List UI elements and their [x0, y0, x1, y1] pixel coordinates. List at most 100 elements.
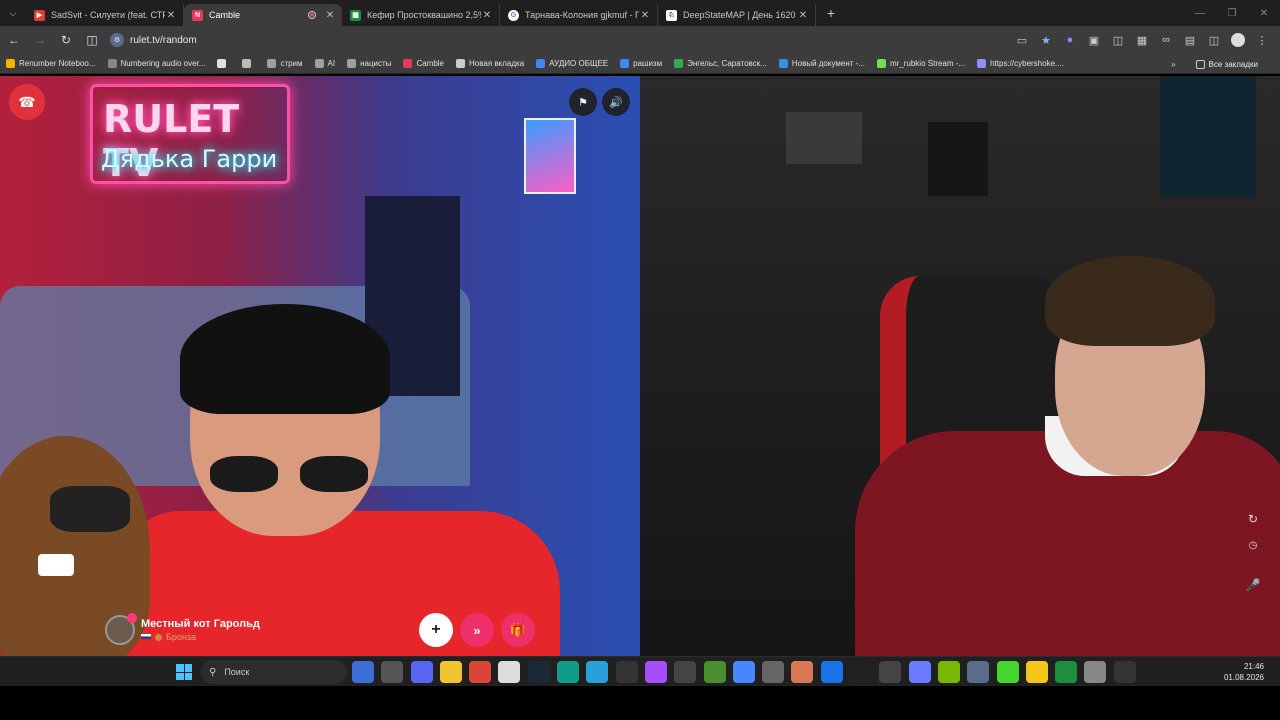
youtube-icon: ▶ — [34, 9, 45, 21]
task-view-icon[interactable] — [381, 661, 404, 683]
bookmark-item[interactable]: AI — [314, 59, 335, 68]
partner-info[interactable]: Местный кот Гарольд Бронза — [105, 613, 260, 647]
bookmark-item[interactable] — [217, 59, 230, 68]
bookmark-item[interactable]: рашизм — [620, 59, 662, 68]
minimize-icon[interactable]: — — [1184, 0, 1216, 26]
forward-arrow-icon[interactable]: → — [28, 28, 52, 52]
switch-camera-icon[interactable]: ↻ — [1244, 512, 1262, 526]
install-app-icon[interactable]: ▭ — [1010, 34, 1034, 47]
restore-icon[interactable]: ❐ — [1216, 0, 1248, 26]
search-placeholder: Поиск — [224, 667, 250, 677]
link-icon[interactable]: ∞ — [1154, 34, 1178, 46]
gift-button[interactable]: 🎁 — [501, 613, 535, 647]
bookmark-item[interactable]: Numbering audio over... — [107, 59, 205, 68]
close-icon[interactable]: ✕ — [481, 10, 493, 21]
neon-sign: RULET TV Дядька Гарри — [90, 84, 290, 185]
close-icon[interactable]: ✕ — [165, 10, 177, 21]
translate-icon[interactable]: ◫ — [1106, 34, 1130, 47]
streamer-figure — [120, 304, 560, 656]
tab-tarnava[interactable]: G Тарнава-Колония gjkmuf - По ✕ — [500, 4, 658, 26]
nord-icon[interactable] — [732, 661, 755, 683]
tab-kefir[interactable]: ▦ Кефир Простоквашино 2,5%, ✕ — [342, 4, 500, 26]
telegram-badge-icon[interactable] — [586, 661, 609, 683]
bookmark-item[interactable] — [242, 59, 255, 68]
terminal-icon[interactable] — [674, 661, 697, 683]
hang-up-button[interactable]: ☎ — [9, 84, 45, 120]
bookmark-item[interactable]: нацисты — [347, 59, 391, 68]
reload-icon[interactable]: ↻ — [54, 28, 78, 52]
tab-camble[interactable]: N Camble ✕ — [184, 4, 342, 26]
discord-icon[interactable] — [410, 661, 433, 683]
shoe-app-icon[interactable] — [352, 661, 374, 683]
side-panel-icon[interactable]: ◫ — [80, 28, 104, 52]
bookmark-favicon-icon — [403, 59, 413, 68]
bookmark-label: Новый документ -... — [791, 59, 865, 68]
claude-icon[interactable] — [791, 661, 814, 683]
microphone-icon[interactable]: 🎤 — [1244, 578, 1262, 592]
google-icon: G — [508, 9, 519, 21]
bookmarks-bar: Renumber Noteboo... Numbering audio over.… — [0, 54, 1280, 74]
close-icon[interactable]: ✕ — [797, 10, 809, 21]
bookmark-item[interactable]: стрим — [267, 59, 303, 68]
razer-icon[interactable] — [996, 661, 1019, 683]
snipping-icon[interactable] — [644, 661, 667, 683]
bookmark-item[interactable]: https://cybershoke.... — [977, 59, 1064, 68]
globe-app-icon[interactable] — [1055, 661, 1078, 683]
notepad-icon[interactable] — [498, 661, 521, 683]
bookmarks-chevron-icon[interactable]: » — [1171, 60, 1175, 69]
windows-start-icon[interactable] — [176, 664, 192, 680]
camera-app-icon[interactable] — [967, 661, 990, 683]
paint-icon[interactable] — [1025, 661, 1048, 683]
wall-art — [1160, 76, 1256, 196]
extensions-puzzle-icon[interactable]: ▣ — [1082, 34, 1106, 47]
next-partner-button[interactable]: » — [460, 613, 494, 647]
bookmark-item[interactable]: Энгельс, Саратовск... — [674, 59, 767, 68]
menu-dots-icon[interactable]: ⋮ — [1250, 34, 1274, 47]
grid-icon[interactable]: ▦ — [1130, 34, 1154, 47]
close-icon[interactable]: ✕ — [639, 10, 651, 21]
add-friend-button[interactable]: + — [419, 613, 453, 647]
address-bar[interactable]: ⚙ rulet.tv/random — [110, 30, 980, 50]
timer-icon[interactable]: ◷ — [1244, 540, 1262, 551]
check-app-icon[interactable] — [820, 661, 843, 683]
volume-button[interactable]: 🔊 — [602, 88, 630, 116]
obs-icon[interactable] — [615, 661, 638, 683]
system-clock[interactable]: 21:46 01.08.2026 — [1224, 661, 1264, 683]
chrome-icon[interactable] — [469, 661, 492, 683]
report-flag-button[interactable]: ⚑ — [569, 88, 597, 116]
bookmark-item[interactable]: Новая вкладка — [456, 59, 524, 68]
crystal-icon[interactable] — [908, 661, 931, 683]
taskbar-search-input[interactable]: ⚲ Поиск — [201, 660, 347, 684]
minecraft-icon[interactable] — [703, 661, 726, 683]
all-bookmarks-link[interactable]: Все закладки — [1195, 59, 1258, 69]
chatgpt-icon[interactable] — [879, 661, 902, 683]
edge-icon[interactable] — [557, 661, 580, 683]
bookmark-item[interactable]: mr_rubkio Stream -... — [876, 59, 965, 68]
recorder-icon[interactable] — [1113, 661, 1136, 683]
extension-circle-icon[interactable]: ● — [1058, 34, 1082, 46]
tab-search-chevron-icon[interactable]: ⌵ — [0, 0, 26, 26]
new-tab-button[interactable]: + — [820, 5, 842, 21]
folder-icon — [1195, 59, 1205, 69]
bookmark-item[interactable]: Camble — [403, 59, 444, 68]
bookmark-item[interactable]: Новый документ -... — [778, 59, 865, 68]
tab-youtube[interactable]: ▶ SadSvit - Силуети (feat. СТРУКТУРА) ✕ — [26, 4, 184, 26]
back-arrow-icon[interactable]: ← — [2, 28, 26, 52]
steam-icon[interactable] — [527, 661, 550, 683]
bookmark-item[interactable]: Renumber Noteboo... — [6, 59, 96, 68]
beaver-goggles — [50, 486, 130, 532]
settings-app-icon[interactable] — [1084, 661, 1107, 683]
close-window-icon[interactable]: ✕ — [1248, 0, 1280, 26]
site-info-icon[interactable]: ⚙ — [110, 33, 124, 47]
capcut-icon[interactable] — [850, 661, 873, 683]
font-app-icon[interactable] — [762, 661, 785, 683]
file-explorer-icon[interactable] — [439, 661, 462, 683]
bookmark-star-icon[interactable]: ★ — [1034, 34, 1058, 47]
close-icon[interactable]: ✕ — [324, 10, 336, 21]
bookmark-item[interactable]: АУДИО ОБЩЕЕ — [536, 59, 608, 68]
profile-avatar[interactable] — [1231, 33, 1245, 47]
nvidia-icon[interactable] — [937, 661, 960, 683]
sidebar-icon[interactable]: ◫ — [1202, 34, 1226, 47]
calculator-icon[interactable]: ▤ — [1178, 34, 1202, 47]
tab-deepstate[interactable]: ♘ DeepStateMAP | День 1620 | М ✕ — [658, 4, 816, 26]
